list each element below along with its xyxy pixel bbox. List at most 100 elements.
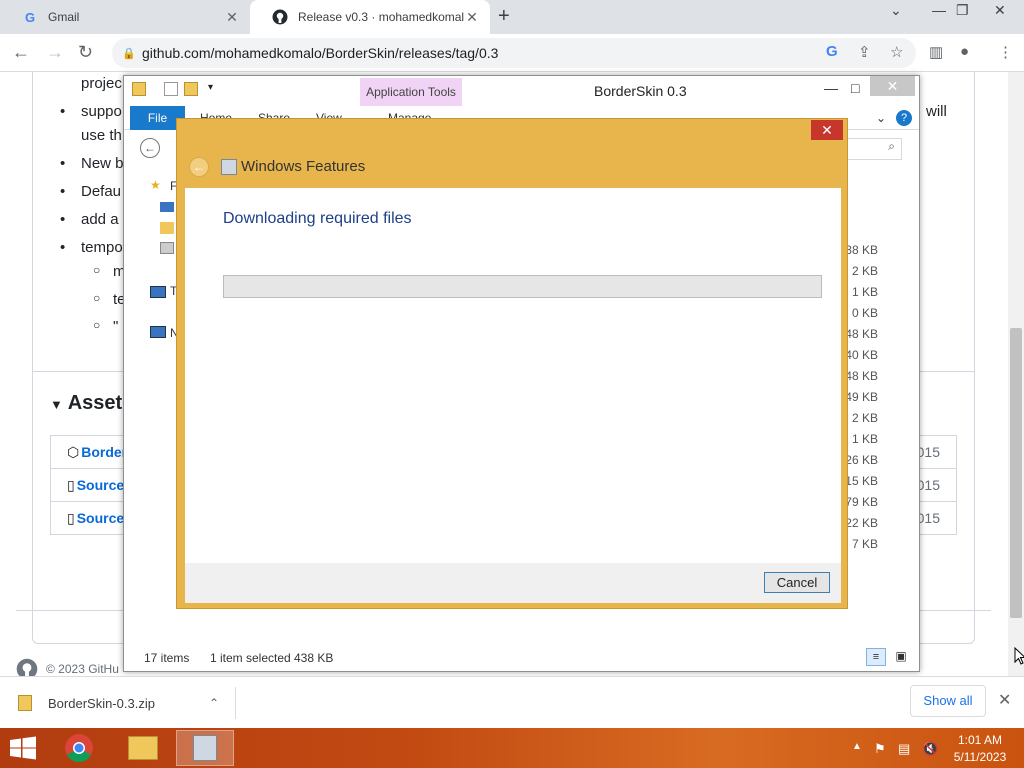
start-button[interactable]	[8, 736, 38, 760]
folder-icon	[132, 82, 146, 96]
address-bar[interactable]: 🔒 github.com/mohamedkomalo/BorderSkin/re…	[112, 38, 916, 68]
large-icons-view-icon[interactable]: ▣	[892, 648, 910, 666]
show-all-button[interactable]: Show all	[910, 685, 986, 717]
close-icon[interactable]: ✕	[811, 120, 843, 140]
status-selection-size: 438 KB	[294, 651, 334, 665]
google-lens-icon[interactable]: G	[826, 43, 838, 60]
sub-bullet-icon: ○	[93, 291, 101, 305]
menu-kebab-icon[interactable]: ⋮	[998, 43, 1013, 61]
asset-link[interactable]: Source	[77, 477, 124, 493]
triangle-down-icon: ▼	[50, 397, 63, 412]
restore-icon[interactable]: ❐	[956, 2, 969, 19]
footer-copyright-text: © 2023 GitHu	[46, 662, 119, 676]
dialog-footer: Cancel	[185, 563, 841, 603]
reload-icon[interactable]: ↻	[78, 42, 93, 63]
clock-date[interactable]: 5/11/2023	[940, 750, 1020, 764]
release-note-line: tempo	[81, 239, 123, 256]
this-pc-icon	[150, 286, 166, 298]
package-icon: ⬡	[67, 443, 80, 460]
footer-copyright: © 2023 GitHu	[16, 658, 119, 676]
download-file-name: BorderSkin-0.3.zip	[48, 695, 155, 711]
github-logo-icon	[16, 658, 38, 676]
windows-taskbar: ▲ ⚑ ▤ 🔇 1:01 AM 5/11/2023	[0, 728, 1024, 768]
back-icon[interactable]: ←	[12, 42, 30, 63]
chevron-up-icon[interactable]: ⌃	[209, 696, 219, 710]
release-note-line: will	[926, 103, 947, 120]
zip-file-icon: ▯	[67, 476, 75, 493]
dialog-heading: Downloading required files	[223, 210, 412, 227]
new-folder-icon[interactable]	[184, 82, 198, 96]
close-window-icon[interactable]: ✕	[994, 2, 1006, 19]
close-icon[interactable]: ✕	[870, 76, 915, 96]
ribbon-expand-chevron-icon[interactable]: ⌄	[876, 111, 886, 125]
sub-bullet-icon: ○	[93, 318, 101, 332]
explorer-title: BorderSkin 0.3	[594, 83, 687, 99]
file-explorer-icon	[128, 736, 158, 760]
bullet-icon: •	[60, 239, 66, 256]
star-icon: ★	[150, 178, 161, 192]
release-note-line: New b	[81, 155, 124, 172]
scrollbar-thumb[interactable]	[1010, 328, 1022, 618]
close-tab-icon[interactable]: ✕	[224, 9, 240, 26]
maximize-icon[interactable]: □	[851, 80, 859, 96]
tab-title: Gmail	[48, 10, 80, 24]
status-selection: 1 item selected	[210, 651, 291, 665]
tab-release[interactable]: Release v0.3 · mohamedkomalo/ ✕	[250, 0, 490, 34]
release-note-line: add a	[81, 211, 119, 228]
windows-features-icon	[193, 735, 217, 761]
zip-file-icon: ▯	[67, 509, 75, 526]
forward-icon[interactable]: →	[46, 42, 64, 63]
tab-strip: G Gmail ✕ Release v0.3 · mohamedkomalo/ …	[0, 0, 1024, 34]
asset-link[interactable]: Border	[81, 444, 127, 460]
page-scrollbar[interactable]	[1008, 72, 1024, 676]
download-shelf: BorderSkin-0.3.zip ⌃ Show all ✕	[0, 676, 1024, 728]
bullet-icon: •	[60, 155, 66, 172]
help-icon[interactable]: ?	[896, 110, 912, 126]
sub-bullet-icon: ○	[93, 263, 101, 277]
assets-heading[interactable]: ▼ Assets	[50, 392, 133, 415]
download-item[interactable]: BorderSkin-0.3.zip ⌃	[18, 687, 236, 719]
close-icon[interactable]: ✕	[998, 690, 1011, 710]
desktop-icon	[160, 202, 174, 212]
details-view-icon[interactable]: ≡	[866, 648, 886, 666]
explorer-status-bar: 17 items 1 item selected 438 KB ≡ ▣	[124, 644, 919, 672]
tab-search-chevron-icon[interactable]: ⌄	[890, 2, 902, 19]
share-icon[interactable]: ⇪	[858, 43, 871, 61]
close-tab-icon[interactable]: ✕	[464, 9, 480, 26]
properties-icon[interactable]	[164, 82, 178, 96]
url-text: github.com/mohamedkomalo/BorderSkin/rele…	[142, 45, 499, 61]
new-tab-icon[interactable]: +	[498, 5, 510, 28]
tab-gmail[interactable]: G Gmail ✕	[0, 0, 250, 34]
mouse-cursor-icon	[1014, 646, 1024, 668]
volume-muted-icon[interactable]: 🔇	[922, 741, 938, 757]
dialog-body: Downloading required files	[185, 188, 841, 563]
taskbar-file-explorer[interactable]	[114, 730, 172, 766]
minimize-icon[interactable]: —	[932, 2, 946, 18]
clock-time[interactable]: 1:01 AM	[940, 733, 1020, 747]
network-icon[interactable]: ▤	[898, 741, 910, 757]
google-icon: G	[24, 9, 36, 25]
bookmark-star-icon[interactable]: ☆	[890, 43, 903, 61]
back-icon[interactable]: ←	[140, 138, 160, 158]
tab-title: Release v0.3 · mohamedkomalo/	[298, 10, 464, 24]
taskbar-windows-features[interactable]	[176, 730, 234, 766]
show-hidden-icons-chevron-icon[interactable]: ▲	[852, 741, 862, 752]
bullet-icon: •	[60, 183, 66, 200]
side-panel-icon[interactable]: ▥	[929, 43, 943, 61]
windows-features-dialog: ✕ ← Windows Features Downloading require…	[176, 118, 848, 609]
application-tools-label: Application Tools	[360, 78, 462, 106]
taskbar-chrome[interactable]	[50, 730, 108, 766]
release-note-line: projec	[81, 75, 122, 92]
quick-access-dropdown-icon[interactable]: ▾	[208, 82, 213, 93]
minimize-icon[interactable]: —	[824, 80, 838, 96]
release-note-line: suppo	[81, 103, 122, 120]
cancel-button[interactable]: Cancel	[764, 572, 830, 593]
profile-avatar-icon[interactable]: ●	[960, 43, 969, 60]
lock-icon: 🔒	[122, 47, 136, 60]
asset-link[interactable]: Source	[77, 510, 124, 526]
asset-date: 015	[916, 444, 940, 460]
search-icon[interactable]: ⌕	[844, 138, 902, 160]
back-arrow-icon[interactable]: ←	[189, 157, 209, 177]
chrome-icon	[65, 734, 93, 762]
action-center-flag-icon[interactable]: ⚑	[874, 741, 886, 757]
